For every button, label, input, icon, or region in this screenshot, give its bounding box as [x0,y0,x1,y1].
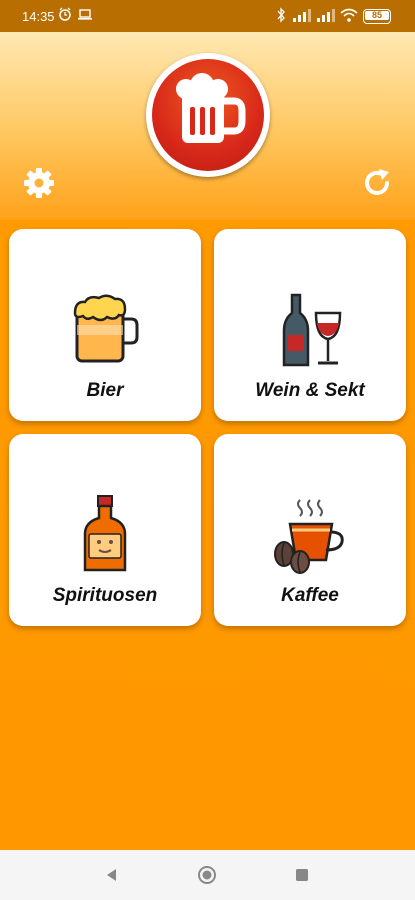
beer-icon [73,294,139,363]
category-grid: Bier Wein & Sekt Spirituosen Kaffee [0,220,415,850]
navigation-bar [0,850,415,900]
back-icon[interactable] [104,867,120,883]
recents-icon[interactable] [295,868,309,882]
battery-level: 85 [365,11,389,20]
wine-icon [282,293,342,367]
coffee-icon [274,499,344,574]
gear-icon[interactable] [22,166,56,200]
battery-icon: 85 [363,9,391,24]
category-label-spirituosen: Spirituosen [52,585,158,606]
beer-mug-logo-icon [176,73,246,143]
app-logo [146,53,270,177]
alarm-icon [59,7,71,21]
bluetooth-icon [277,7,285,23]
wifi-icon [340,8,358,22]
signal-icon-2 [317,9,335,22]
category-label-kaffee: Kaffee [281,585,339,606]
category-label-bier: Bier [86,380,124,401]
laptop-icon [78,9,92,20]
home-icon[interactable] [197,865,217,885]
signal-icon-1 [293,9,311,22]
status-bar: 14:35 85 [0,0,415,32]
category-card-bier[interactable]: Bier [9,229,201,421]
category-label-wein-sekt: Wein & Sekt [255,380,365,401]
logo-background [152,59,264,171]
category-card-kaffee[interactable]: Kaffee [214,434,406,626]
refresh-icon[interactable] [360,166,394,200]
status-time: 14:35 [22,9,55,24]
category-card-wein-sekt[interactable]: Wein & Sekt [214,229,406,421]
header [0,32,415,220]
category-card-spirituosen[interactable]: Spirituosen [9,434,201,626]
liquor-bottle-icon [83,495,127,572]
